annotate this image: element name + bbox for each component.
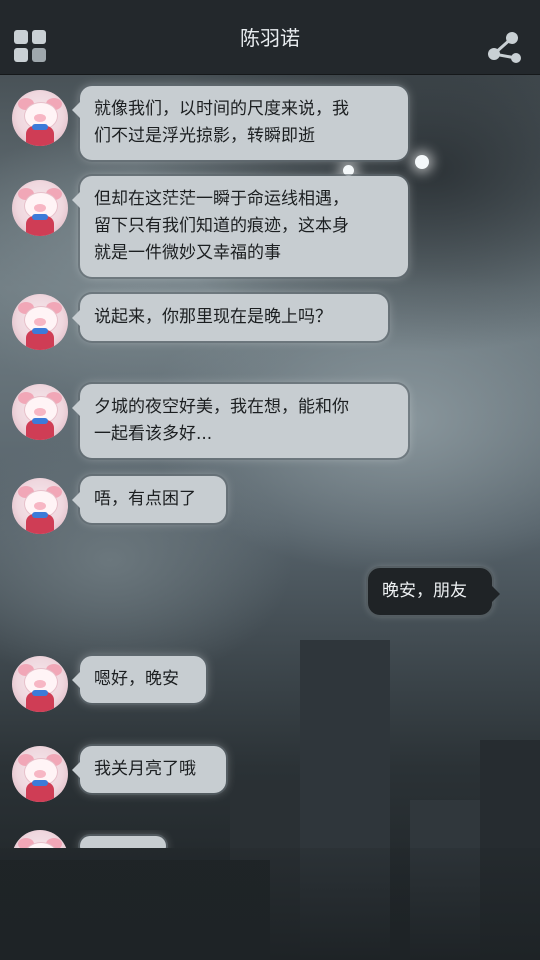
message-text-line: 夕城的夜空好美，我在想，能和你 bbox=[94, 397, 349, 417]
chat-title: 陈羽诺 bbox=[240, 26, 300, 50]
contact-avatar[interactable] bbox=[12, 830, 68, 848]
share-icon[interactable] bbox=[486, 28, 524, 64]
message-text-line: 嗯好，晚安 bbox=[94, 669, 179, 689]
message-text-line: 就是一件微妙又幸福的事 bbox=[94, 243, 281, 263]
message-text-line: 一起看该多好... bbox=[94, 424, 213, 444]
contact-avatar[interactable] bbox=[12, 180, 68, 236]
moon-light bbox=[343, 165, 354, 176]
message-text-line: 就像我们，以时间的尺度来说，我 bbox=[94, 99, 349, 119]
message-text-line: 唔，有点困了 bbox=[94, 489, 196, 509]
bottom-shade bbox=[0, 848, 540, 960]
message-text-line: 但却在这茫茫一瞬于命运线相遇， bbox=[94, 189, 349, 209]
message-text-line: 说起来，你那里现在是晚上吗？ bbox=[94, 307, 332, 327]
message-bubble-partial[interactable] bbox=[80, 836, 166, 848]
message-text-line: 我关月亮了哦 bbox=[94, 759, 196, 779]
message-text-line: 留下只有我们知道的痕迹，这本身 bbox=[94, 216, 349, 236]
contact-avatar[interactable] bbox=[12, 294, 68, 350]
message-text-line: 们不过是浮光掠影，转瞬即逝 bbox=[94, 126, 315, 146]
contact-avatar[interactable] bbox=[12, 90, 68, 146]
message-bubble[interactable]: 说起来，你那里现在是晚上吗？ bbox=[72, 294, 388, 341]
top-bar: 陈羽诺 bbox=[0, 0, 540, 75]
message-row-partial bbox=[0, 830, 540, 848]
contact-avatar[interactable] bbox=[12, 656, 68, 712]
moon-light bbox=[415, 155, 429, 169]
contact-avatar[interactable] bbox=[12, 384, 68, 440]
message-bubble[interactable]: 晚安，朋友 bbox=[368, 568, 500, 615]
message-text-line: 晚安，朋友 bbox=[382, 581, 467, 601]
message-bubble[interactable]: 但却在这茫茫一瞬于命运线相遇， 留下只有我们知道的痕迹，这本身 就是一件微妙又幸… bbox=[72, 176, 408, 277]
message-bubble[interactable]: 夕城的夜空好美，我在想，能和你 一起看该多好... bbox=[72, 384, 408, 458]
message-bubble[interactable]: 唔，有点困了 bbox=[72, 476, 226, 523]
contact-avatar[interactable] bbox=[12, 746, 68, 802]
message-bubble[interactable]: 嗯好，晚安 bbox=[72, 656, 206, 703]
message-bubble[interactable]: 就像我们，以时间的尺度来说，我 们不过是浮光掠影，转瞬即逝 bbox=[72, 86, 408, 160]
contact-avatar[interactable] bbox=[12, 478, 68, 534]
message-bubble[interactable]: 我关月亮了哦 bbox=[72, 746, 226, 793]
